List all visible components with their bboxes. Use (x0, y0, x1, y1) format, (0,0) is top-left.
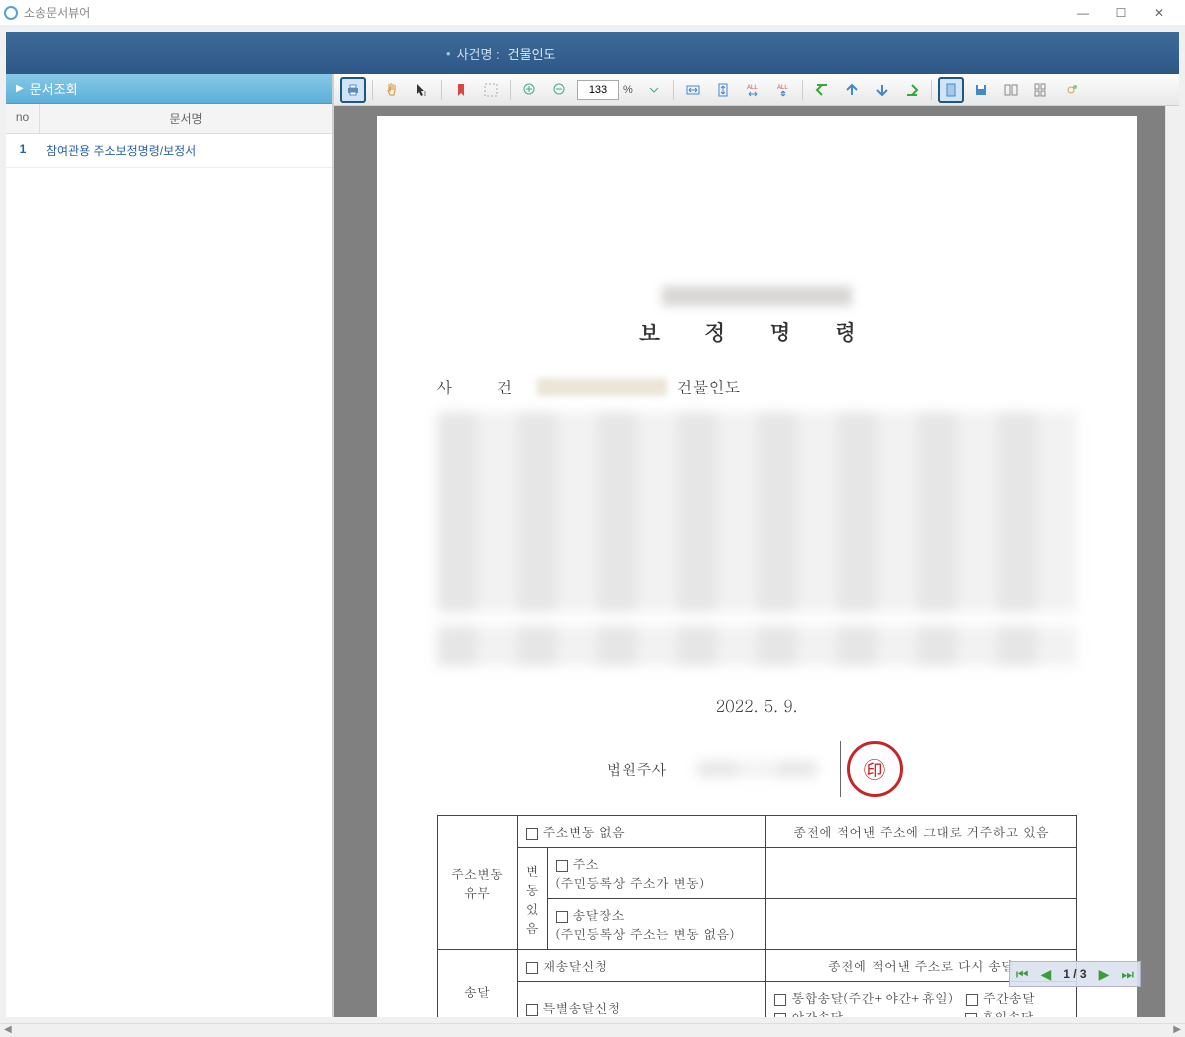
single-page-button[interactable] (938, 77, 964, 103)
panel-header: 문서조회 (6, 74, 332, 104)
document-view[interactable]: 보 정 명 령 사 건 건물인도 BLG ZYNGIROK 2022. 5. 9… (334, 106, 1179, 1017)
minimize-button[interactable]: — (1071, 3, 1095, 23)
table-cell: 주소변동 유무 (437, 816, 517, 950)
svg-text:I: I (424, 91, 426, 98)
doc-date: 2022. 5. 9. (437, 694, 1077, 717)
row-no: 1 (6, 134, 40, 167)
marquee-button[interactable] (478, 77, 504, 103)
horizontal-scrollbar[interactable]: ◀▶ (0, 1023, 1185, 1037)
fit-all-wide-button[interactable]: ALL (740, 77, 766, 103)
save-button[interactable] (968, 77, 994, 103)
fit-height-button[interactable] (710, 77, 736, 103)
toolbar: I % (334, 74, 1179, 106)
doc-title: 보 정 명 령 (437, 316, 1077, 347)
case-field-label: 사 건 (437, 375, 527, 398)
viewer-panel: I % (334, 74, 1179, 1017)
clerk-label: 법원주사 (607, 759, 667, 780)
pager-text: 1 / 3 (1063, 967, 1086, 981)
zoom-percent-label: % (623, 84, 633, 96)
print-button[interactable] (340, 77, 366, 103)
document-row[interactable]: 1 참여관용 주소보정명령/보정서 (6, 134, 332, 168)
last-page-button[interactable] (899, 77, 925, 103)
title-bar: 소송문서뷰어 — ☐ ✕ (0, 0, 1185, 26)
svg-text:ALL: ALL (777, 85, 788, 91)
zoom-out-button[interactable] (547, 77, 573, 103)
settings-button[interactable] (1058, 77, 1084, 103)
maximize-button[interactable]: ☐ (1109, 3, 1133, 23)
pointer-button[interactable]: I (409, 77, 435, 103)
column-header-no: no (6, 104, 40, 133)
pager-last-icon[interactable]: ⏭ (1121, 966, 1134, 983)
first-page-button[interactable] (809, 77, 835, 103)
zoom-dropdown-button[interactable] (641, 77, 667, 103)
row-name: 참여관용 주소보정명령/보정서 (40, 134, 332, 167)
case-banner: • 사건명 : 건물인도 (6, 32, 1179, 74)
prev-page-button[interactable] (839, 77, 865, 103)
next-page-button[interactable] (869, 77, 895, 103)
case-label: 사건명 : (457, 44, 500, 63)
fit-all-tall-button[interactable]: ALL (770, 77, 796, 103)
page-navigator: ⏮ ◀ 1 / 3 ▶ ⏭ (1009, 961, 1141, 987)
document-page: 보 정 명 령 사 건 건물인도 BLG ZYNGIROK 2022. 5. 9… (377, 116, 1137, 1017)
close-button[interactable]: ✕ (1147, 3, 1171, 23)
vertical-scrollbar[interactable] (1165, 106, 1179, 1017)
svg-text:ALL: ALL (747, 85, 758, 91)
zoom-in-button[interactable] (517, 77, 543, 103)
case-name: 건물인도 (508, 44, 556, 63)
column-header-name: 문서명 (40, 104, 332, 133)
thumbnail-button[interactable] (1028, 77, 1054, 103)
fit-width-button[interactable] (680, 77, 706, 103)
pager-first-icon[interactable]: ⏮ (1016, 966, 1029, 983)
window-title: 소송문서뷰어 (24, 4, 90, 21)
pager-next-icon[interactable]: ▶ (1099, 966, 1110, 983)
bookmark-button[interactable] (448, 77, 474, 103)
app-icon (4, 6, 18, 20)
zoom-input[interactable] (577, 80, 619, 100)
case-field-value: 건물인도 (677, 375, 741, 398)
document-list-panel: 문서조회 no 문서명 1 참여관용 주소보정명령/보정서 (6, 74, 334, 1017)
two-page-button[interactable] (998, 77, 1024, 103)
pager-prev-icon[interactable]: ◀ (1040, 966, 1051, 983)
pan-button[interactable] (379, 77, 405, 103)
address-table: 주소변동 유무 주소변동 없음 종전에 적어낸 주소에 그대로 거주하고 있음 … (437, 815, 1077, 1017)
seal-icon: ㊞ (847, 741, 903, 797)
